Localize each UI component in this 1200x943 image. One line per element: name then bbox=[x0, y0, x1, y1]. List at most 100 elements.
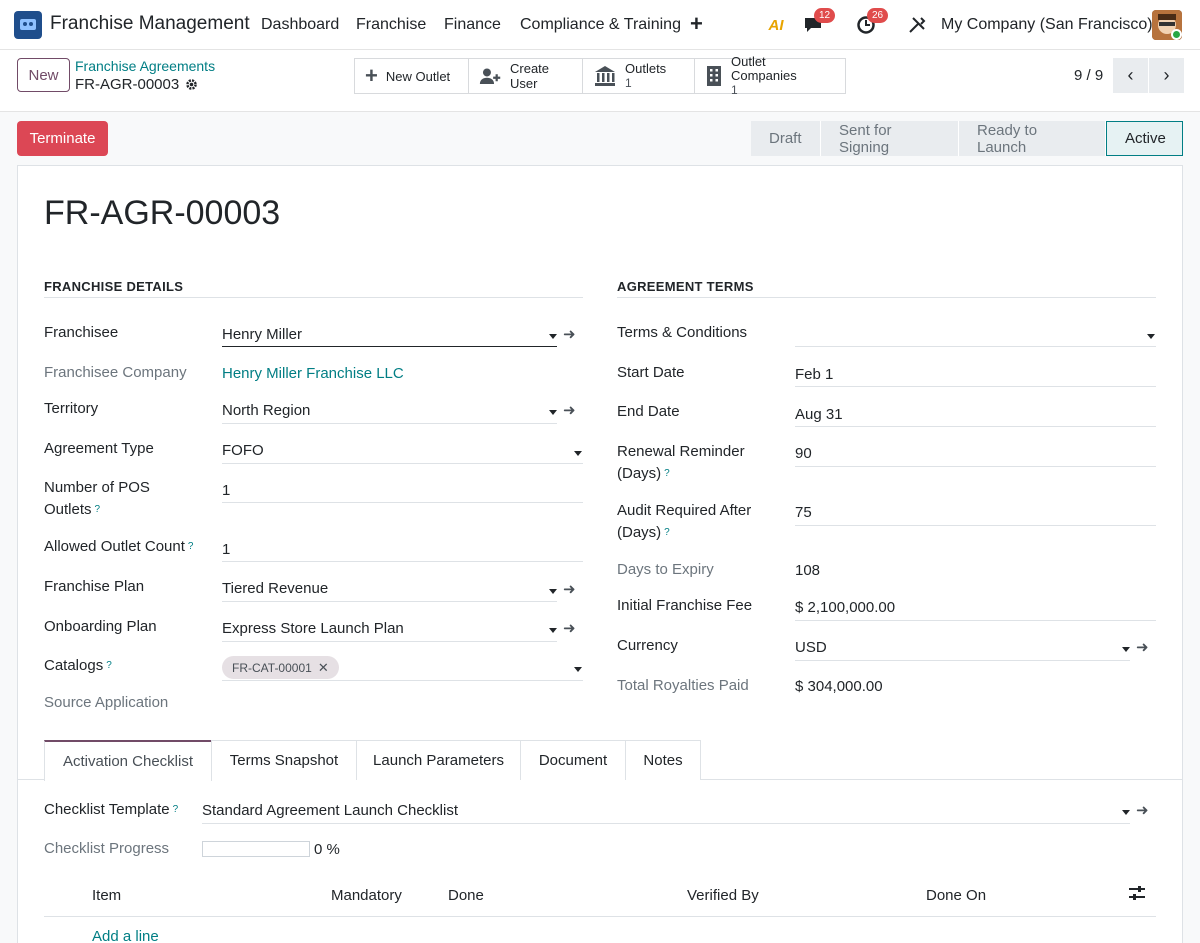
checklist-progress-value: 0 % bbox=[314, 841, 340, 858]
outlets-smart-button[interactable]: Outlets 1 bbox=[582, 58, 695, 94]
stage-sent-for-signing[interactable]: Sent for Signing bbox=[821, 121, 959, 156]
optional-columns-icon[interactable] bbox=[1128, 885, 1146, 905]
app-menu-icon[interactable] bbox=[14, 11, 42, 39]
menu-compliance-training[interactable]: Compliance & Training bbox=[520, 16, 681, 34]
column-mandatory[interactable]: Mandatory bbox=[331, 887, 402, 904]
help-icon[interactable]: ? bbox=[173, 804, 179, 815]
settings-tools-icon[interactable] bbox=[904, 12, 930, 38]
start-date-field[interactable]: Feb 1 bbox=[795, 366, 833, 383]
territory-dropdown-icon[interactable] bbox=[549, 410, 557, 415]
help-icon[interactable]: ? bbox=[188, 541, 194, 552]
franchise-plan-dropdown-icon[interactable] bbox=[549, 589, 557, 594]
column-done[interactable]: Done bbox=[448, 887, 484, 904]
pager-value[interactable]: 9 / 9 bbox=[1074, 67, 1103, 84]
plus-icon: + bbox=[365, 63, 378, 88]
franchise-plan-open-arrow-icon[interactable]: ➜ bbox=[563, 580, 576, 598]
franchisee-label: Franchisee bbox=[44, 324, 119, 341]
menu-dashboard[interactable]: Dashboard bbox=[261, 16, 339, 34]
agreement-type-label: Agreement Type bbox=[44, 440, 154, 457]
territory-open-arrow-icon[interactable]: ➜ bbox=[563, 401, 576, 419]
checklist-template-dropdown-icon[interactable] bbox=[1122, 810, 1130, 815]
currency-field[interactable]: USD bbox=[795, 639, 827, 656]
help-icon[interactable]: ? bbox=[664, 527, 670, 538]
new-button[interactable]: New bbox=[17, 58, 70, 92]
app-name[interactable]: Franchise Management bbox=[50, 13, 250, 35]
create-user-button[interactable]: Create User bbox=[468, 58, 583, 94]
help-icon[interactable]: ? bbox=[106, 660, 112, 671]
franchise-plan-field[interactable]: Tiered Revenue bbox=[222, 580, 328, 597]
initial-fee-underline bbox=[795, 620, 1156, 621]
new-outlet-button[interactable]: + New Outlet bbox=[354, 58, 469, 94]
remove-tag-icon[interactable]: ✕ bbox=[318, 660, 329, 676]
catalogs-underline bbox=[222, 680, 583, 681]
pager-next-button[interactable]: › bbox=[1149, 58, 1184, 93]
currency-open-arrow-icon[interactable]: ➜ bbox=[1136, 638, 1149, 656]
pos-outlets-field[interactable]: 1 bbox=[222, 482, 230, 499]
help-icon[interactable]: ? bbox=[95, 504, 101, 515]
pager-previous-button[interactable]: ‹ bbox=[1113, 58, 1148, 93]
franchisee-field[interactable]: Henry Miller bbox=[222, 326, 302, 343]
allowed-outlets-field[interactable]: 1 bbox=[222, 541, 230, 558]
agreement-type-dropdown-icon[interactable] bbox=[574, 451, 582, 456]
add-line-link[interactable]: Add a line bbox=[92, 928, 159, 943]
terminate-button[interactable]: Terminate bbox=[17, 121, 108, 156]
renewal-reminder-label: Renewal Reminder (Days)? bbox=[617, 443, 745, 482]
stage-ready-to-launch[interactable]: Ready to Launch bbox=[959, 121, 1106, 156]
stage-draft[interactable]: Draft bbox=[751, 121, 821, 156]
plus-menu-icon[interactable]: + bbox=[690, 11, 703, 37]
chevron-left-icon: ‹ bbox=[1127, 65, 1134, 85]
ai-icon[interactable]: AI bbox=[763, 12, 789, 38]
onboarding-plan-dropdown-icon[interactable] bbox=[549, 628, 557, 633]
catalogs-dropdown-icon[interactable] bbox=[574, 667, 582, 672]
currency-dropdown-icon[interactable] bbox=[1122, 647, 1130, 652]
tab-terms-snapshot[interactable]: Terms Snapshot bbox=[211, 740, 357, 780]
checklist-template-field[interactable]: Standard Agreement Launch Checklist bbox=[202, 802, 458, 819]
menu-franchise[interactable]: Franchise bbox=[356, 16, 426, 34]
status-stages: Draft Sent for Signing Ready to Launch A… bbox=[751, 121, 1183, 156]
stage-active[interactable]: Active bbox=[1106, 121, 1183, 156]
onboarding-plan-open-arrow-icon[interactable]: ➜ bbox=[563, 619, 576, 637]
catalog-tag[interactable]: FR-CAT-00001 ✕ bbox=[222, 656, 339, 679]
top-navbar: Franchise Management Dashboard Franchise… bbox=[0, 0, 1200, 50]
initial-fee-field[interactable]: $ 2,100,000.00 bbox=[795, 599, 895, 616]
breadcrumb-current-record: FR-AGR-00003 bbox=[75, 76, 198, 93]
messages-icon[interactable]: 12 bbox=[800, 8, 836, 38]
outlet-companies-smart-button[interactable]: Outlet Companies 1 bbox=[694, 54, 846, 97]
company-switcher[interactable]: My Company (San Francisco) bbox=[941, 16, 1153, 34]
record-title[interactable]: FR-AGR-00003 bbox=[44, 194, 280, 233]
messages-badge: 12 bbox=[814, 8, 836, 23]
franchise-details-divider bbox=[44, 297, 583, 298]
territory-field[interactable]: North Region bbox=[222, 402, 310, 419]
terms-conditions-dropdown-icon[interactable] bbox=[1147, 334, 1155, 339]
tab-launch-parameters[interactable]: Launch Parameters bbox=[356, 740, 521, 780]
column-done-on[interactable]: Done On bbox=[926, 887, 986, 904]
tab-activation-checklist[interactable]: Activation Checklist bbox=[44, 740, 212, 781]
column-verified-by[interactable]: Verified By bbox=[687, 887, 759, 904]
audit-required-field[interactable]: 75 bbox=[795, 504, 812, 521]
gear-icon[interactable] bbox=[185, 78, 198, 91]
onboarding-plan-field[interactable]: Express Store Launch Plan bbox=[222, 620, 404, 637]
franchisee-company-link[interactable]: Henry Miller Franchise LLC bbox=[222, 365, 404, 382]
agreement-type-select[interactable]: FOFO bbox=[222, 442, 264, 459]
tab-document[interactable]: Document bbox=[520, 740, 626, 780]
days-to-expiry-value: 108 bbox=[795, 562, 821, 579]
breadcrumb-franchise-agreements[interactable]: Franchise Agreements bbox=[75, 58, 215, 74]
activities-icon[interactable]: 26 bbox=[853, 8, 889, 38]
franchisee-dropdown-icon[interactable] bbox=[549, 334, 557, 339]
territory-label: Territory bbox=[44, 400, 99, 417]
franchisee-open-arrow-icon[interactable]: ➜ bbox=[563, 325, 576, 343]
outlet-companies-label: Outlet Companies bbox=[730, 54, 797, 83]
renewal-reminder-field[interactable]: 90 bbox=[795, 445, 812, 462]
renewal-reminder-underline bbox=[795, 466, 1156, 467]
terms-conditions-label: Terms & Conditions bbox=[617, 324, 748, 341]
help-icon[interactable]: ? bbox=[664, 468, 670, 479]
checklist-template-open-arrow-icon[interactable]: ➜ bbox=[1136, 801, 1149, 819]
source-application-label: Source Application bbox=[44, 694, 169, 711]
menu-finance[interactable]: Finance bbox=[444, 16, 501, 34]
end-date-field[interactable]: Aug 31 bbox=[795, 406, 843, 423]
tab-notes[interactable]: Notes bbox=[625, 740, 701, 780]
checklist-progress-bar bbox=[202, 841, 310, 857]
onboarding-plan-label: Onboarding Plan bbox=[44, 618, 157, 635]
franchisee-underline bbox=[222, 346, 557, 347]
column-item[interactable]: Item bbox=[92, 887, 121, 904]
